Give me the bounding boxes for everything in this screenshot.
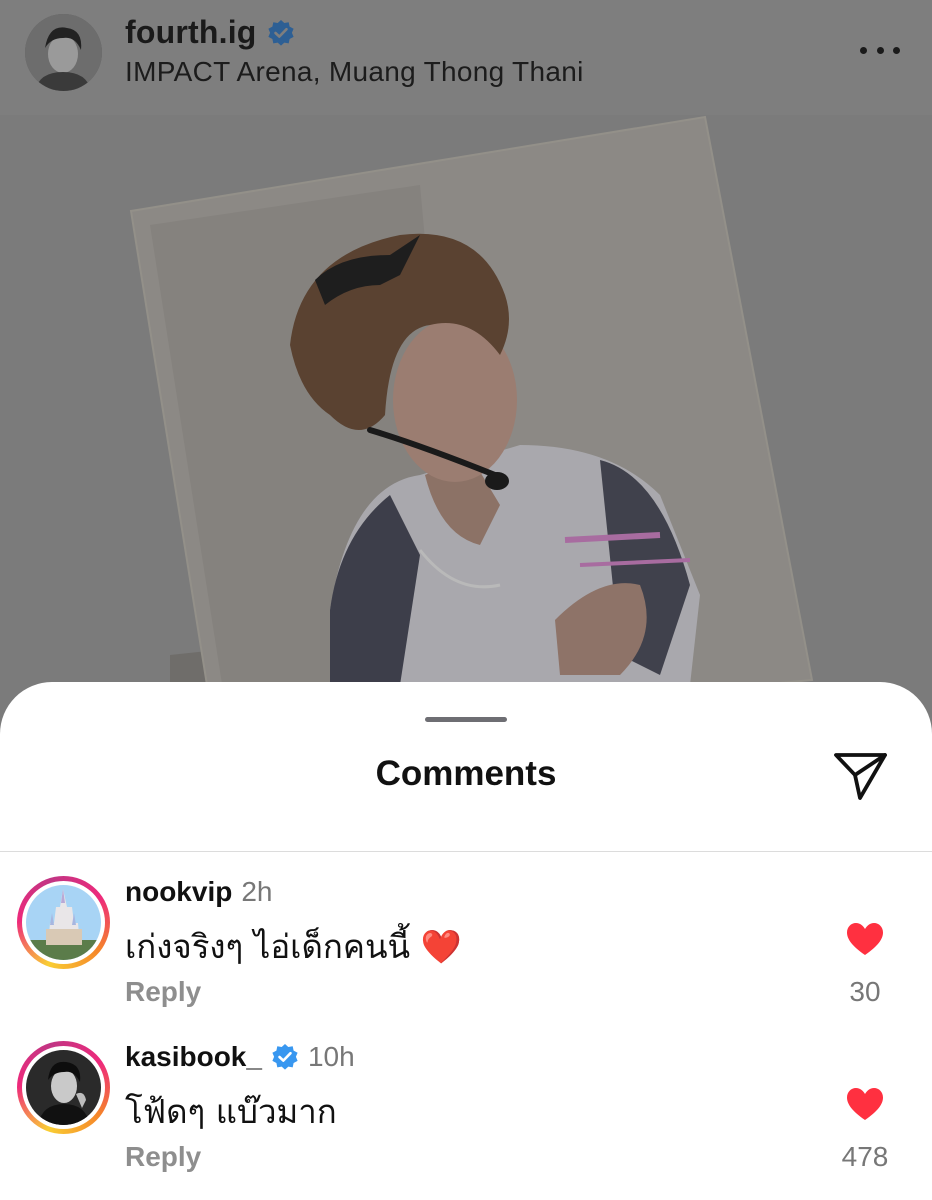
- verified-badge-icon: [267, 19, 295, 47]
- post-header: fourth.ig IMPACT Arena, Muang Thong Than…: [0, 0, 932, 115]
- comment-meta: kasibook_ 10h: [125, 1041, 355, 1073]
- sheet-grabber-handle[interactable]: [425, 717, 507, 722]
- post-username[interactable]: fourth.ig: [125, 14, 257, 51]
- reply-button[interactable]: Reply: [125, 1141, 201, 1173]
- verified-badge-icon: [271, 1043, 299, 1071]
- sheet-divider: [0, 851, 932, 852]
- paper-plane-icon[interactable]: [833, 750, 889, 802]
- comment-avatar-story-ring[interactable]: [17, 1041, 110, 1134]
- comment-meta: nookvip 2h: [125, 876, 273, 908]
- post-author-avatar[interactable]: [25, 14, 102, 91]
- comment-timestamp: 2h: [241, 876, 273, 907]
- comment-avatar: [26, 1050, 101, 1125]
- like-count[interactable]: 478: [826, 1141, 904, 1173]
- sheet-title: Comments: [375, 754, 557, 793]
- comment-item: kasibook_ 10h โฟ้ดๆ แบ๊วมาก Reply 478: [0, 1041, 932, 1200]
- comment-text: เก่งจริงๆ ไอ่เด็กคนนี้ ❤️: [125, 927, 462, 966]
- post-image[interactable]: [0, 115, 932, 735]
- comment-avatar-story-ring[interactable]: [17, 876, 110, 969]
- heart-filled-icon[interactable]: [846, 1087, 884, 1122]
- comment-avatar: [26, 885, 101, 960]
- comment-text: โฟ้ดๆ แบ๊วมาก: [125, 1092, 337, 1131]
- reply-button[interactable]: Reply: [125, 976, 201, 1008]
- comment-username[interactable]: nookvip: [125, 876, 232, 908]
- heart-filled-icon[interactable]: [846, 922, 884, 957]
- post-author: fourth.ig: [125, 14, 295, 51]
- comment-username[interactable]: kasibook_: [125, 1041, 262, 1073]
- like-count[interactable]: 30: [826, 976, 904, 1008]
- comment-timestamp: 10h: [307, 1041, 355, 1072]
- comment-item: nookvip 2h เก่งจริงๆ ไอ่เด็กคนนี้ ❤️ Rep…: [0, 876, 932, 1036]
- more-options-icon[interactable]: [860, 40, 900, 60]
- post-location[interactable]: IMPACT Arena, Muang Thong Thani: [125, 56, 584, 88]
- comments-sheet: Comments nookvip 2h เก่งจริงๆ ไอ่เด็กคนน…: [0, 682, 932, 1200]
